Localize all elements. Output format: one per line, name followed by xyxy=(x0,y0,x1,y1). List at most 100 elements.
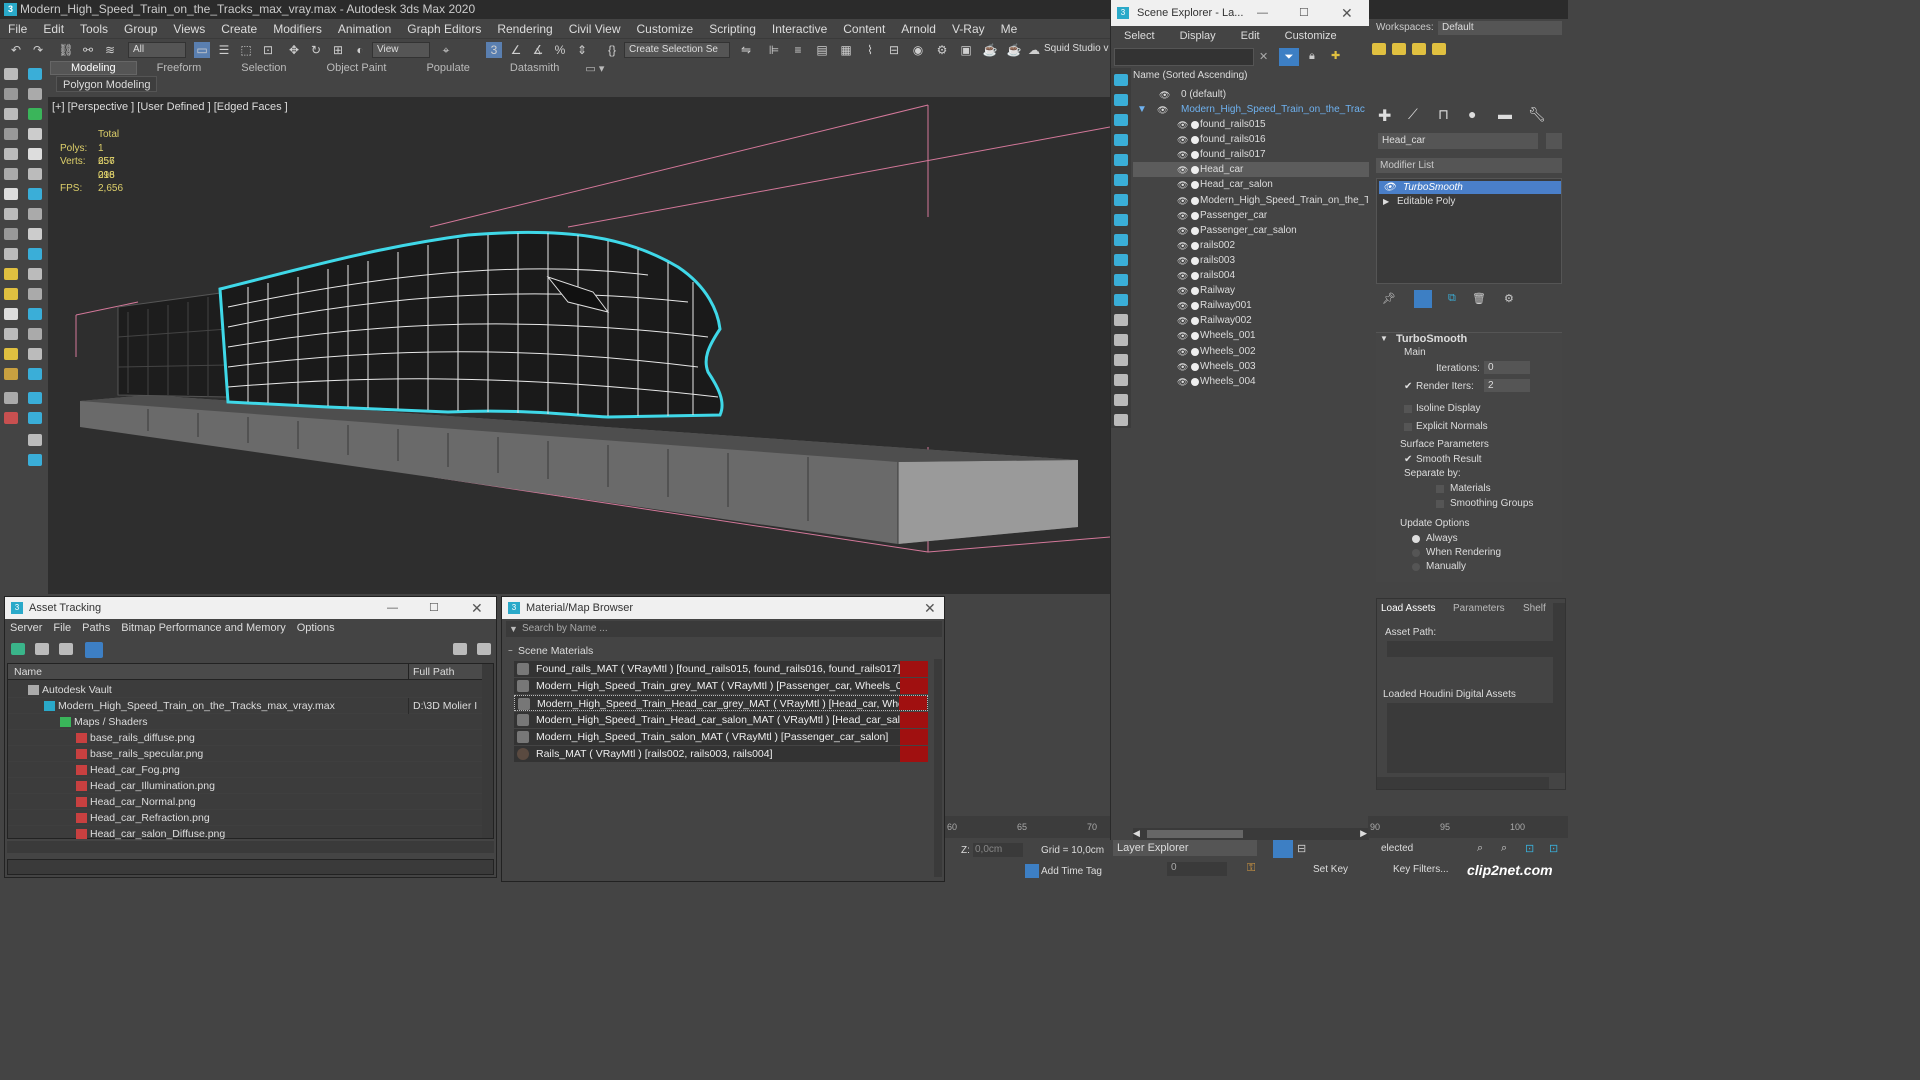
eye-icon[interactable]: 👁︎ xyxy=(1177,178,1188,193)
link-icon[interactable]: ⛓ xyxy=(58,42,74,58)
scene-explorer-mode-icon[interactable] xyxy=(1273,840,1293,858)
tool-icon-37[interactable] xyxy=(28,434,42,446)
bind-spacewarp-icon[interactable]: ≋ xyxy=(102,42,118,58)
eye-icon[interactable]: 👁︎ xyxy=(1177,299,1188,314)
col-path[interactable]: Full Path xyxy=(408,664,482,680)
se-item-row[interactable]: 👁︎ Railway xyxy=(1133,283,1369,298)
make-unique-icon[interactable]: ⧉ xyxy=(1448,292,1456,305)
loaded-assets-list[interactable] xyxy=(1387,703,1553,773)
table-row[interactable]: base_rails_specular.png xyxy=(8,746,482,762)
render-dot-icon[interactable] xyxy=(1191,241,1199,250)
eye-icon[interactable]: 👁︎ xyxy=(1177,194,1188,209)
se-item-row[interactable]: 👁︎ found_rails015 xyxy=(1133,117,1369,132)
tool-icon-13[interactable] xyxy=(4,188,18,200)
help-icon[interactable] xyxy=(453,643,467,655)
at-menu-options[interactable]: Options xyxy=(292,622,341,634)
se-filter-icon-17[interactable] xyxy=(1114,394,1128,406)
eye-icon[interactable]: 👁︎ xyxy=(1177,209,1188,224)
motion-panel-icon[interactable]: ● xyxy=(1468,106,1476,122)
minimize-icon[interactable]: — xyxy=(387,597,398,619)
table-row[interactable]: Maps / Shaders xyxy=(8,714,482,730)
isoline-checkbox[interactable] xyxy=(1404,405,1412,413)
ws-icon-1[interactable] xyxy=(1372,43,1386,55)
tab-freeform[interactable]: Freeform xyxy=(137,62,222,74)
modify-panel-icon[interactable]: ⟋ xyxy=(1408,106,1418,123)
select-tool-icon[interactable] xyxy=(4,68,18,80)
tool-icon-38[interactable] xyxy=(28,454,42,466)
se-parent-row[interactable]: ▼ 👁︎ Modern_High_Speed_Train_on_the_Trac xyxy=(1133,102,1369,117)
close-icon[interactable]: ✕ xyxy=(1341,0,1353,26)
align-icon[interactable]: ⊫ xyxy=(766,42,782,58)
menu-modifiers[interactable]: Modifiers xyxy=(265,22,330,36)
perspective-viewport[interactable] xyxy=(48,97,1110,594)
snap-2-icon[interactable]: ∠ xyxy=(508,42,524,58)
eye-icon[interactable]: 👁︎ xyxy=(1159,88,1170,103)
frame-field[interactable]: 0 xyxy=(1167,862,1227,876)
render-dot-icon[interactable] xyxy=(1191,332,1199,341)
material-row[interactable]: Modern_High_Speed_Train_Head_car_grey_MA… xyxy=(514,695,928,711)
curve-editor-icon[interactable]: ⌇ xyxy=(862,42,878,58)
eye-icon[interactable]: 👁︎ xyxy=(1177,163,1188,178)
at-hscroll[interactable] xyxy=(7,841,494,853)
helper-tool-icon[interactable] xyxy=(28,128,42,140)
render-dot-icon[interactable] xyxy=(1191,181,1199,190)
tool-icon-14[interactable] xyxy=(28,188,42,200)
table-row[interactable]: Head_car_Normal.png xyxy=(8,794,482,810)
houdini-hscroll[interactable] xyxy=(1377,777,1549,789)
se-filter-icon-2[interactable] xyxy=(1114,94,1128,106)
spacewarp-tool-icon[interactable] xyxy=(4,168,18,180)
at-vscroll[interactable] xyxy=(482,664,493,838)
tool-icon-15[interactable] xyxy=(4,208,18,220)
se-filter-icon-15[interactable] xyxy=(1114,354,1128,366)
details-view-icon[interactable] xyxy=(59,643,73,655)
workspaces-dropdown[interactable]: Default xyxy=(1438,21,1562,35)
tool-icon-20[interactable] xyxy=(28,248,42,260)
tab-datasmith[interactable]: Datasmith xyxy=(490,62,580,74)
se-item-row[interactable]: 👁︎ Head_car_salon xyxy=(1133,177,1369,192)
se-item-row[interactable]: 👁︎ Wheels_001 xyxy=(1133,328,1369,343)
se-menu-select[interactable]: Select xyxy=(1111,30,1167,42)
render-icon[interactable]: ☕ xyxy=(982,42,998,58)
material-row[interactable]: Modern_High_Speed_Train_Head_car_salon_M… xyxy=(514,712,928,728)
menu-vray[interactable]: V-Ray xyxy=(944,22,993,36)
configure-sets-icon[interactable]: ⚙ xyxy=(1504,292,1514,305)
tool-icon-22[interactable] xyxy=(28,268,42,280)
menu-rendering[interactable]: Rendering xyxy=(489,22,560,36)
time-tag-icon[interactable] xyxy=(1025,864,1039,878)
se-layer-row[interactable]: 👁︎ 0 (default) xyxy=(1133,87,1369,102)
pin-stack-icon[interactable]: 📌︎ xyxy=(1382,292,1396,305)
render-dot-icon[interactable] xyxy=(1191,211,1199,220)
menu-views[interactable]: Views xyxy=(165,22,213,36)
menu-content[interactable]: Content xyxy=(835,22,893,36)
mb-vscroll[interactable] xyxy=(934,659,942,877)
mirror-icon[interactable]: ⇋ xyxy=(738,42,754,58)
edit-named-sel-icon[interactable]: {} xyxy=(604,42,620,58)
zoom-all-icon[interactable]: ⌕ xyxy=(1501,842,1507,855)
tab-selection[interactable]: Selection xyxy=(221,62,306,74)
tab-load-assets[interactable]: Load Assets xyxy=(1381,603,1435,614)
z-coordinate-field[interactable]: 0,0cm xyxy=(973,843,1023,857)
houdini-vscroll[interactable] xyxy=(1553,603,1565,773)
asset-path-field[interactable] xyxy=(1387,641,1553,657)
tool-icon-27[interactable] xyxy=(4,328,18,340)
se-filter-icon-9[interactable] xyxy=(1114,234,1128,246)
render-dot-icon[interactable] xyxy=(1191,347,1199,356)
geometry-tool-icon[interactable] xyxy=(28,148,42,160)
materials-checkbox[interactable] xyxy=(1436,485,1444,493)
render-dot-icon[interactable] xyxy=(1191,196,1199,205)
table-view-icon[interactable] xyxy=(85,642,103,658)
percent-snap-icon[interactable]: % xyxy=(552,42,568,58)
se-item-row[interactable]: 👁︎ Railway002 xyxy=(1133,313,1369,328)
tool-icon-26[interactable] xyxy=(28,308,42,320)
render-dot-icon[interactable] xyxy=(1191,272,1199,280)
se-filter-icon-12[interactable] xyxy=(1114,294,1128,306)
zoom-extents-icon[interactable]: ⊡ xyxy=(1525,842,1534,855)
polygon-modeling-panel[interactable]: Polygon Modeling xyxy=(56,76,158,92)
rotate-tool-icon[interactable] xyxy=(28,88,42,100)
eye-icon[interactable]: 👁︎ xyxy=(1177,329,1188,344)
shape-tool-icon[interactable] xyxy=(4,148,18,160)
se-filter-icon-5[interactable] xyxy=(1114,154,1128,166)
tool-icon-17[interactable] xyxy=(4,228,18,240)
tool-icon-24[interactable] xyxy=(28,288,42,300)
minimize-icon[interactable]: — xyxy=(1257,0,1268,26)
